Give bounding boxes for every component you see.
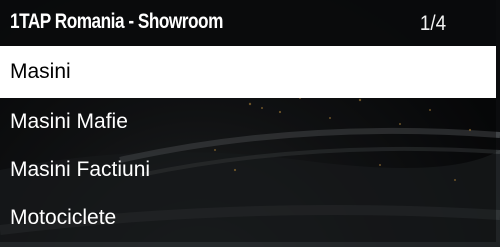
showroom-menu: 1TAP Romania - Showroom 1/4 Masini Masin…	[0, 0, 496, 247]
menu-item-label: Masini	[10, 60, 71, 83]
menu-items: Masini Masini Mafie Masini Factiuni Moto…	[0, 46, 496, 242]
menu-header: 1TAP Romania - Showroom 1/4	[0, 0, 496, 46]
menu-item-masini-factiuni[interactable]: Masini Factiuni	[0, 146, 496, 194]
menu-item-label: Masini Factiuni	[10, 158, 151, 181]
menu-page-counter: 1/4	[419, 12, 446, 35]
menu-title: 1TAP Romania - Showroom	[10, 10, 223, 33]
menu-item-label: Masini Mafie	[10, 110, 128, 133]
menu-item-masini[interactable]: Masini	[0, 46, 496, 98]
menu-item-label: Motociclete	[10, 206, 117, 229]
game-screen: 1TAP Romania - Showroom 1/4 Masini Masin…	[0, 0, 500, 247]
menu-item-masini-mafie[interactable]: Masini Mafie	[0, 98, 496, 146]
menu-item-motociclete[interactable]: Motociclete	[0, 194, 496, 242]
